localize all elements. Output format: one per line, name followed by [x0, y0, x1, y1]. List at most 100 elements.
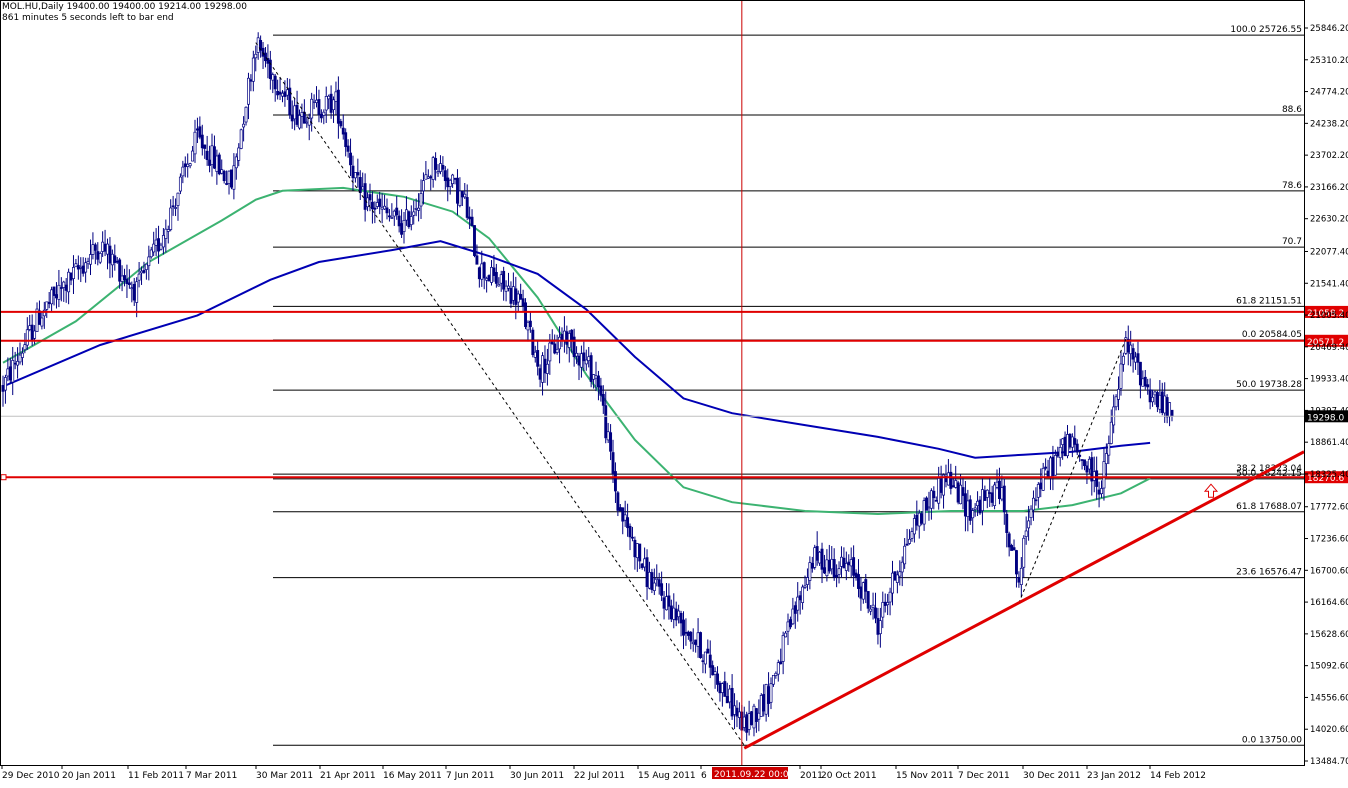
y-tick-label: 20469.40	[1310, 343, 1348, 353]
candle-body	[553, 343, 557, 354]
candle-body	[225, 183, 229, 185]
candle-body	[708, 654, 712, 668]
candle-body	[144, 263, 148, 270]
candle-body	[730, 687, 734, 717]
candle-body	[973, 507, 977, 510]
candle-body	[737, 711, 741, 718]
candle-body	[18, 354, 22, 363]
candle-body	[703, 651, 707, 665]
candle-body	[864, 579, 868, 592]
candle-body	[832, 559, 836, 578]
candle-body	[910, 531, 914, 539]
candle-body	[278, 91, 282, 95]
candle-body	[995, 481, 999, 488]
candle-body	[45, 301, 49, 310]
candle-body	[903, 545, 907, 565]
candle-body	[1080, 459, 1084, 461]
candle-body	[1160, 391, 1164, 413]
candle-body	[776, 662, 780, 675]
candle-body	[356, 172, 360, 176]
candle-body	[1044, 466, 1048, 469]
candle-body	[290, 114, 294, 122]
x-tick-label: 23 Jan 2012	[1087, 771, 1141, 781]
fib-label: 50.0 19738.28	[1236, 380, 1302, 390]
y-tick-label: 19933.40	[1310, 375, 1348, 385]
candle-body	[733, 705, 736, 715]
candle-body	[237, 147, 241, 161]
candle-body	[628, 525, 632, 538]
candle-body	[805, 577, 809, 585]
candle-body	[638, 543, 642, 562]
candle-body	[1024, 530, 1028, 537]
candle-body	[990, 492, 994, 503]
candle-body	[1010, 545, 1014, 551]
candle-body	[825, 559, 829, 577]
candle-body	[329, 93, 333, 113]
candle-body	[621, 507, 625, 522]
candle-body	[1002, 485, 1006, 513]
candle-body	[1012, 547, 1016, 551]
candle-body	[81, 265, 85, 274]
candle-body	[1092, 471, 1096, 481]
candle-body	[650, 572, 654, 590]
candle-body	[784, 632, 788, 638]
candle-body	[164, 228, 168, 239]
candle-body	[234, 156, 238, 169]
candle-body	[339, 121, 343, 127]
candle-body	[103, 243, 107, 252]
candle-body	[980, 489, 984, 511]
candle-body	[154, 239, 158, 246]
candle-body	[1134, 356, 1137, 363]
candle-body	[531, 329, 535, 355]
candle-body	[468, 216, 472, 220]
candle-body	[1022, 537, 1026, 568]
candle-body	[706, 648, 710, 654]
symbol-ohlc-readout: MOL.HU,Daily 19400.00 19400.00 19214.00 …	[2, 2, 247, 12]
candle-body	[847, 561, 851, 566]
candle-body	[750, 711, 753, 725]
y-tick-label: 15628.60	[1310, 630, 1348, 640]
candle-body	[976, 500, 980, 507]
candle-body	[217, 154, 221, 175]
candle-body	[351, 165, 355, 179]
candle-body	[397, 215, 401, 227]
candle-body	[1017, 577, 1021, 583]
candle-body	[1036, 484, 1040, 498]
candle-body	[764, 684, 768, 715]
candle-body	[98, 253, 102, 263]
candle-body	[1027, 520, 1031, 529]
y-tick-label: 15092.60	[1310, 662, 1348, 672]
candle-body	[606, 431, 610, 441]
candle-body	[562, 330, 566, 341]
candle-body	[285, 89, 289, 96]
candle-body	[242, 123, 246, 128]
candle-body	[711, 665, 715, 676]
y-tick-label: 17772.60	[1310, 503, 1348, 513]
candle-body	[387, 215, 391, 218]
candle-body	[203, 144, 207, 149]
candle-body	[937, 478, 941, 504]
candle-body	[669, 605, 673, 620]
candle-body	[502, 270, 506, 290]
candle-body	[545, 363, 549, 374]
candle-body	[835, 574, 839, 578]
candle-body	[788, 619, 792, 628]
candle-body	[728, 688, 732, 703]
candle-body	[883, 601, 887, 606]
x-tick-label: 30 Dec 2011	[1023, 771, 1081, 781]
candle-body	[900, 561, 904, 573]
candle-body	[1000, 487, 1004, 500]
candle-body	[1121, 355, 1125, 365]
candle-body	[781, 635, 785, 662]
candle-body	[959, 484, 963, 505]
candle-body	[859, 586, 863, 599]
candle-body	[643, 558, 647, 568]
candle-body	[524, 302, 527, 327]
candle-body	[499, 274, 503, 284]
candle-body	[380, 206, 384, 210]
candle-body	[200, 134, 204, 149]
candle-body	[1170, 409, 1174, 417]
candle-body	[813, 547, 817, 568]
candle-body	[256, 37, 260, 53]
price-chart[interactable]: 100.0 25726.55 88.6 78.6 70.7 61.8 21151.51 0…	[0, 0, 1348, 788]
